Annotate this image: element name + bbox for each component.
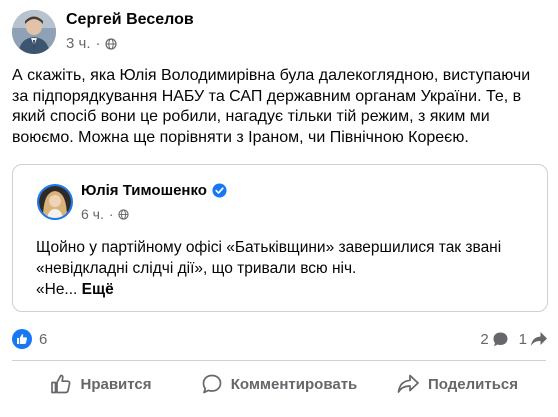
meta-separator: · — [95, 35, 101, 52]
comment-button[interactable]: Комментировать — [190, 366, 368, 402]
share-button-label: Поделиться — [427, 375, 519, 393]
meta-separator: · — [108, 206, 114, 222]
shared-post-text: Щойно у партійному офісі «Батьківщини» з… — [36, 237, 536, 300]
verified-badge-icon — [212, 183, 227, 198]
globe-icon — [117, 208, 129, 220]
shared-text-line: «невідкладні слідчі дії», що тривали всю… — [36, 260, 357, 277]
shared-author-avatar[interactable] — [37, 184, 73, 220]
shared-post-card[interactable]: Юлія Тимошенко 6 ч. · Щойно у партійному… — [12, 164, 548, 312]
comment-count[interactable]: 2 — [480, 331, 488, 348]
post-header: Сергей Веселов 3 ч. · — [12, 10, 546, 54]
shared-text-line: «Не... Ещё — [36, 279, 536, 300]
share-icon — [397, 374, 419, 393]
like-button[interactable]: Нравится — [12, 366, 190, 402]
shared-post-header: Юлія Тимошенко 6 ч. · — [37, 181, 227, 223]
post-time[interactable]: 3 ч. — [66, 34, 91, 54]
reactions-bar: 6 2 1 — [12, 328, 548, 350]
shared-text-line: Щойно у партійному офісі «Батьківщини» з… — [36, 239, 502, 256]
post-meta: 3 ч. · — [66, 34, 194, 54]
share-count-group[interactable]: 1 — [519, 331, 548, 348]
shared-text-truncated: «Не... — [36, 281, 78, 298]
author-avatar[interactable] — [12, 10, 56, 54]
post-body-text: А скажіть, яка Юлія Володимирівна була д… — [12, 67, 531, 146]
share-arrow-icon — [531, 332, 547, 346]
shared-author-name[interactable]: Юлія Тимошенко — [81, 181, 207, 200]
comment-bubble-icon — [493, 332, 508, 346]
thumbs-up-icon — [51, 374, 71, 394]
see-more-link[interactable]: Ещё — [82, 281, 114, 298]
like-button-label: Нравится — [80, 375, 152, 393]
actions-divider — [12, 360, 546, 361]
comment-button-label: Комментировать — [230, 375, 358, 393]
reaction-count[interactable]: 6 — [39, 331, 47, 348]
shared-post-meta: 6 ч. · — [81, 205, 227, 223]
comment-icon — [202, 374, 222, 394]
shared-post-time[interactable]: 6 ч. — [81, 205, 104, 223]
share-button[interactable]: Поделиться — [368, 366, 546, 402]
share-count[interactable]: 1 — [519, 331, 527, 348]
comment-count-group[interactable]: 2 — [480, 331, 508, 348]
like-reaction-icon[interactable] — [12, 329, 32, 349]
globe-icon — [104, 38, 117, 50]
post-actions: Нравится Комментировать Поделиться — [12, 366, 546, 402]
author-name[interactable]: Сергей Веселов — [66, 10, 194, 30]
